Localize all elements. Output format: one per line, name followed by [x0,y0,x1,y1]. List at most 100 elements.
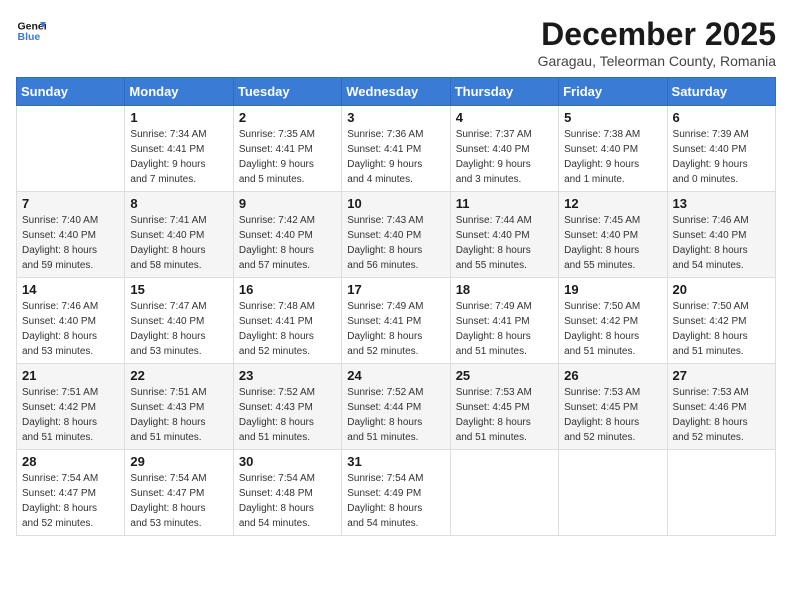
calendar-week-row: 21 Sunrise: 7:51 AM Sunset: 4:42 PM Dayli… [17,364,776,450]
calendar-cell: 20 Sunrise: 7:50 AM Sunset: 4:42 PM Dayli… [667,278,775,364]
calendar-cell: 15Sunrise: 7:47 AM Sunset: 4:40 PM Dayli… [125,278,233,364]
day-number: 7 [22,196,119,211]
weekday-header: Tuesday [233,78,341,106]
calendar-cell [559,450,667,536]
calendar-cell: 10Sunrise: 7:43 AM Sunset: 4:40 PM Dayli… [342,192,450,278]
day-number: 27 [673,368,770,383]
day-info: Sunrise: 7:41 AM Sunset: 4:40 PM Dayligh… [130,213,227,273]
day-info: Sunrise: 7:51 AM Sunset: 4:43 PM Dayligh… [130,385,227,445]
day-number: 11 [456,196,553,211]
day-info: Sunrise: 7:46 AM Sunset: 4:40 PM Dayligh… [673,213,770,273]
calendar-cell: 11 Sunrise: 7:44 AM Sunset: 4:40 PM Dayli… [450,192,558,278]
day-number: 30 [239,454,336,469]
weekday-header: Friday [559,78,667,106]
day-number: 19 [564,282,661,297]
day-number: 29 [130,454,227,469]
calendar-cell: 31 Sunrise: 7:54 AM Sunset: 4:49 PM Dayli… [342,450,450,536]
day-number: 20 [673,282,770,297]
day-number: 18 [456,282,553,297]
day-number: 17 [347,282,444,297]
calendar-cell: 23 Sunrise: 7:52 AM Sunset: 4:43 PM Dayli… [233,364,341,450]
calendar-cell: 30 Sunrise: 7:54 AM Sunset: 4:48 PM Dayli… [233,450,341,536]
calendar-cell: 28Sunrise: 7:54 AM Sunset: 4:47 PM Dayli… [17,450,125,536]
day-info: Sunrise: 7:54 AM Sunset: 4:47 PM Dayligh… [130,471,227,531]
day-info: Sunrise: 7:44 AM Sunset: 4:40 PM Dayligh… [456,213,553,273]
day-info: Sunrise: 7:54 AM Sunset: 4:49 PM Dayligh… [347,471,444,531]
calendar-cell [450,450,558,536]
day-info: Sunrise: 7:51 AM Sunset: 4:42 PM Dayligh… [22,385,119,445]
day-number: 31 [347,454,444,469]
day-number: 21 [22,368,119,383]
calendar-cell: 22 Sunrise: 7:51 AM Sunset: 4:43 PM Dayli… [125,364,233,450]
calendar-cell: 2 Sunrise: 7:35 AM Sunset: 4:41 PM Daylig… [233,106,341,192]
calendar-cell: 4 Sunrise: 7:37 AM Sunset: 4:40 PM Daylig… [450,106,558,192]
calendar-cell: 27 Sunrise: 7:53 AM Sunset: 4:46 PM Dayli… [667,364,775,450]
day-info: Sunrise: 7:53 AM Sunset: 4:46 PM Dayligh… [673,385,770,445]
day-number: 5 [564,110,661,125]
day-number: 1 [130,110,227,125]
calendar-cell: 5 Sunrise: 7:38 AM Sunset: 4:40 PM Daylig… [559,106,667,192]
day-number: 4 [456,110,553,125]
day-info: Sunrise: 7:50 AM Sunset: 4:42 PM Dayligh… [673,299,770,359]
calendar-cell: 24Sunrise: 7:52 AM Sunset: 4:44 PM Dayli… [342,364,450,450]
calendar-cell: 1Sunrise: 7:34 AM Sunset: 4:41 PM Daylig… [125,106,233,192]
calendar-header-row: SundayMondayTuesdayWednesdayThursdayFrid… [17,78,776,106]
day-number: 14 [22,282,119,297]
day-info: Sunrise: 7:54 AM Sunset: 4:47 PM Dayligh… [22,471,119,531]
calendar-week-row: 1Sunrise: 7:34 AM Sunset: 4:41 PM Daylig… [17,106,776,192]
day-number: 23 [239,368,336,383]
weekday-header: Monday [125,78,233,106]
calendar-cell: 25Sunrise: 7:53 AM Sunset: 4:45 PM Dayli… [450,364,558,450]
day-info: Sunrise: 7:53 AM Sunset: 4:45 PM Dayligh… [564,385,661,445]
weekday-header: Saturday [667,78,775,106]
calendar-cell: 16 Sunrise: 7:48 AM Sunset: 4:41 PM Dayli… [233,278,341,364]
day-info: Sunrise: 7:36 AM Sunset: 4:41 PM Dayligh… [347,127,444,187]
page-header: General Blue December 2025 Garagau, Tele… [16,16,776,69]
day-info: Sunrise: 7:52 AM Sunset: 4:43 PM Dayligh… [239,385,336,445]
day-number: 10 [347,196,444,211]
day-number: 26 [564,368,661,383]
logo-icon: General Blue [16,16,46,46]
day-number: 15 [130,282,227,297]
day-info: Sunrise: 7:49 AM Sunset: 4:41 PM Dayligh… [456,299,553,359]
day-info: Sunrise: 7:35 AM Sunset: 4:41 PM Dayligh… [239,127,336,187]
day-number: 22 [130,368,227,383]
calendar-cell: 7Sunrise: 7:40 AM Sunset: 4:40 PM Daylig… [17,192,125,278]
calendar-cell [17,106,125,192]
weekday-header: Sunday [17,78,125,106]
month-title: December 2025 [538,16,776,53]
calendar-cell: 21 Sunrise: 7:51 AM Sunset: 4:42 PM Dayli… [17,364,125,450]
day-info: Sunrise: 7:38 AM Sunset: 4:40 PM Dayligh… [564,127,661,187]
day-number: 2 [239,110,336,125]
calendar-cell: 6 Sunrise: 7:39 AM Sunset: 4:40 PM Daylig… [667,106,775,192]
day-info: Sunrise: 7:39 AM Sunset: 4:40 PM Dayligh… [673,127,770,187]
day-info: Sunrise: 7:45 AM Sunset: 4:40 PM Dayligh… [564,213,661,273]
day-info: Sunrise: 7:46 AM Sunset: 4:40 PM Dayligh… [22,299,119,359]
calendar-week-row: 14 Sunrise: 7:46 AM Sunset: 4:40 PM Dayli… [17,278,776,364]
day-number: 25 [456,368,553,383]
title-area: December 2025 Garagau, Teleorman County,… [538,16,776,69]
calendar-cell: 14 Sunrise: 7:46 AM Sunset: 4:40 PM Dayli… [17,278,125,364]
calendar-cell: 8 Sunrise: 7:41 AM Sunset: 4:40 PM Daylig… [125,192,233,278]
calendar-cell: 12Sunrise: 7:45 AM Sunset: 4:40 PM Dayli… [559,192,667,278]
day-info: Sunrise: 7:54 AM Sunset: 4:48 PM Dayligh… [239,471,336,531]
logo: General Blue [16,16,46,46]
calendar-week-row: 7Sunrise: 7:40 AM Sunset: 4:40 PM Daylig… [17,192,776,278]
day-info: Sunrise: 7:37 AM Sunset: 4:40 PM Dayligh… [456,127,553,187]
weekday-header: Thursday [450,78,558,106]
day-number: 9 [239,196,336,211]
day-info: Sunrise: 7:49 AM Sunset: 4:41 PM Dayligh… [347,299,444,359]
day-number: 16 [239,282,336,297]
day-number: 8 [130,196,227,211]
day-number: 3 [347,110,444,125]
calendar-week-row: 28Sunrise: 7:54 AM Sunset: 4:47 PM Dayli… [17,450,776,536]
day-info: Sunrise: 7:48 AM Sunset: 4:41 PM Dayligh… [239,299,336,359]
day-number: 6 [673,110,770,125]
calendar-cell: 29 Sunrise: 7:54 AM Sunset: 4:47 PM Dayli… [125,450,233,536]
day-info: Sunrise: 7:52 AM Sunset: 4:44 PM Dayligh… [347,385,444,445]
day-number: 13 [673,196,770,211]
calendar-cell: 26 Sunrise: 7:53 AM Sunset: 4:45 PM Dayli… [559,364,667,450]
calendar-cell: 18 Sunrise: 7:49 AM Sunset: 4:41 PM Dayli… [450,278,558,364]
day-info: Sunrise: 7:42 AM Sunset: 4:40 PM Dayligh… [239,213,336,273]
calendar-cell: 3 Sunrise: 7:36 AM Sunset: 4:41 PM Daylig… [342,106,450,192]
